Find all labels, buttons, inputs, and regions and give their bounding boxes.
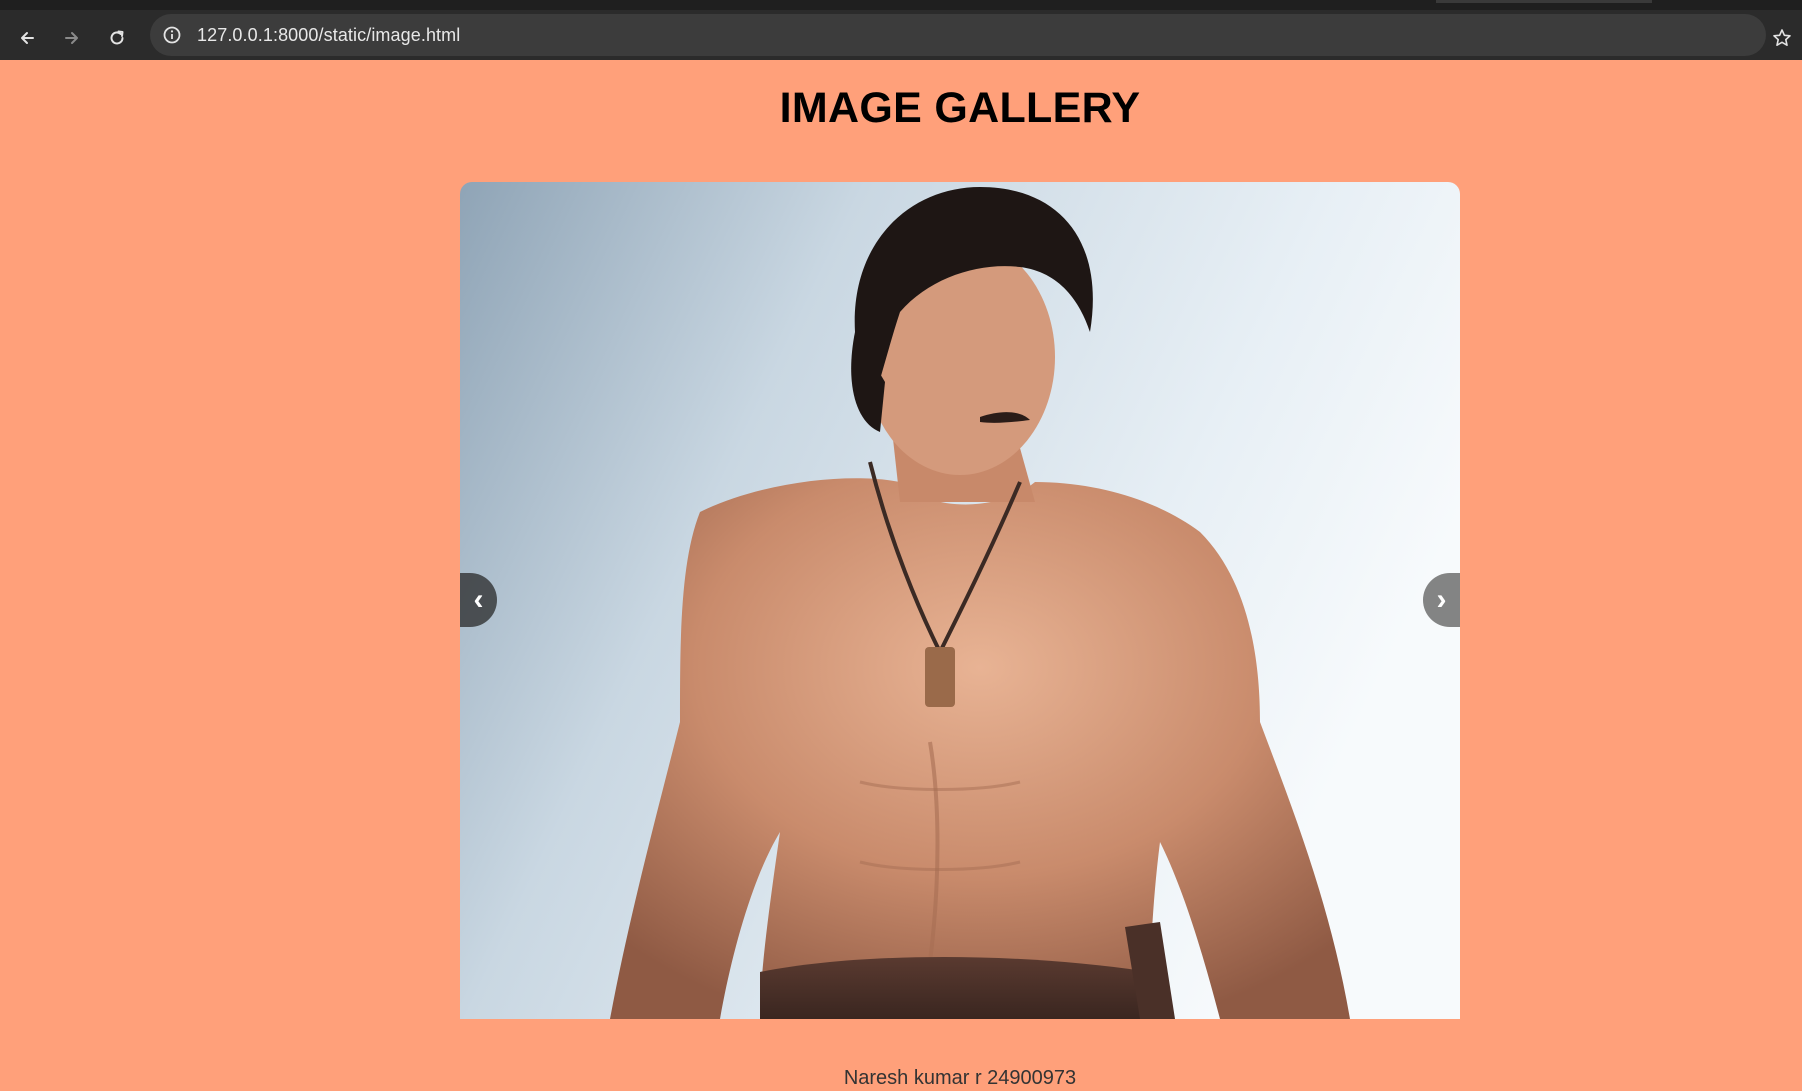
author-caption: Naresh kumar r 24900973: [843, 1067, 1077, 1089]
browser-toolbar: 127.0.0.1:8000/static/image.html: [0, 10, 1802, 61]
page-title: IMAGE GALLERY: [779, 84, 1141, 132]
back-arrow-icon: [21, 32, 34, 44]
page-content: IMAGE GALLERY ‹ › Naresh kumar r 2490097…: [0, 60, 1802, 1091]
address-bar[interactable]: 127.0.0.1:8000/static/image.html: [150, 14, 1766, 56]
reload-button[interactable]: [101, 22, 133, 54]
site-info-button[interactable]: [159, 22, 185, 48]
back-button[interactable]: [11, 22, 43, 54]
bookmark-button[interactable]: [1766, 22, 1798, 54]
forward-button[interactable]: [56, 22, 88, 54]
reload-icon: [110, 30, 124, 45]
info-icon: [163, 26, 181, 44]
image-gallery: ‹ ›: [460, 182, 1460, 1019]
tab-strip-edge: [1436, 0, 1652, 3]
tab-strip: [0, 0, 1802, 10]
gallery-image: [460, 182, 1460, 1019]
forward-arrow-icon: [65, 32, 78, 44]
browser-chrome: 127.0.0.1:8000/static/image.html: [0, 0, 1802, 61]
star-icon: [1773, 29, 1791, 46]
url-text[interactable]: 127.0.0.1:8000/static/image.html: [197, 25, 460, 46]
